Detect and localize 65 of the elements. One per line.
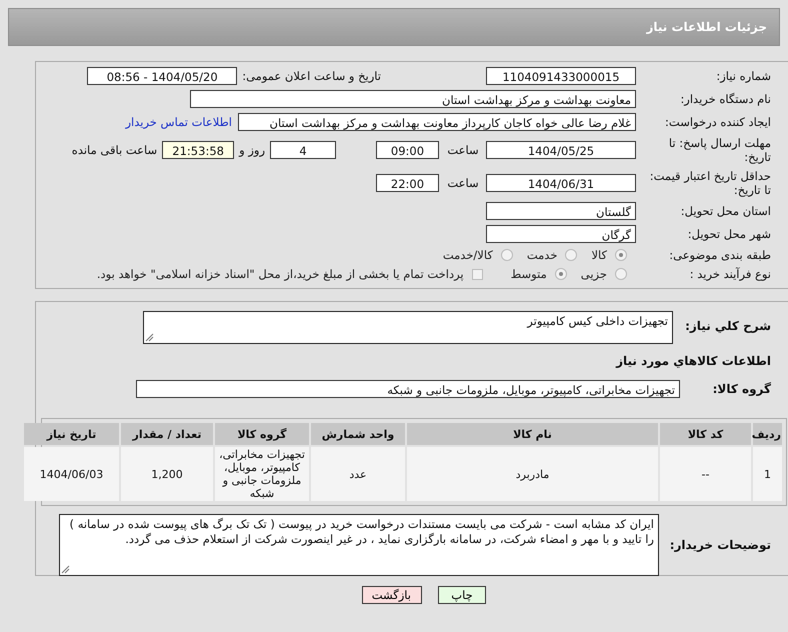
table-cell: 1,200 (121, 447, 213, 501)
time-field: 09:00 (376, 141, 439, 159)
field-label: حداقل تاریخ اعتبار قیمت: تا تاریخ: (648, 169, 772, 197)
creator-field: غلام رضا عالی خواه کاجان کارپرداز معاونت بهداشت و مرکز بهداشت استان (238, 113, 636, 131)
time-field: 22:00 (376, 174, 439, 192)
province-field: گلستان (486, 202, 636, 220)
column-header: نام کالا (407, 423, 658, 445)
field-label: روز و (239, 143, 265, 157)
option-label: متوسط (510, 267, 547, 281)
action-button[interactable]: چاپ (438, 586, 486, 604)
field-label: تاریخ و ساعت اعلان عمومی: (242, 69, 381, 83)
field-label: مهلت ارسال پاسخ: تا تاریخ: (668, 136, 772, 164)
field-label: شهر محل تحویل: (686, 227, 772, 241)
field-label: نوع فرآیند خرید : (688, 267, 772, 281)
column-header: تعداد / مقدار (121, 423, 213, 445)
announce-date-field: 1404/05/20 - 08:56 (87, 67, 238, 85)
buyer-org-field: معاونت بهداشت و مرکز بهداشت استان (190, 90, 636, 108)
need-number-field: 1104091433000015 (486, 67, 636, 85)
field-label: شرح کلي نياز: (684, 319, 772, 333)
column-header: کد کالا (660, 423, 751, 445)
date-field: 1404/06/31 (486, 174, 636, 192)
radio-button[interactable] (615, 268, 627, 280)
checkbox[interactable] (472, 268, 483, 280)
buyer-contact-link[interactable]: اطلاعات تماس خریدار (125, 115, 232, 129)
table-cell: 1404/06/03 (24, 447, 119, 501)
field-label: شماره نیاز: (715, 69, 772, 83)
table-cell: 1 (753, 447, 782, 501)
resize-grip-icon[interactable] (145, 333, 154, 342)
column-header: تاریخ نیاز (24, 423, 119, 445)
date-field: 1404/05/25 (486, 141, 636, 159)
field-label: توضیحات خریدار: (668, 538, 772, 552)
field-label: گروه کالا: (712, 382, 772, 396)
table-cell: -- (660, 447, 751, 501)
column-header: ردیف (753, 423, 782, 445)
days-field: 4 (270, 141, 336, 159)
radio-button[interactable] (615, 249, 627, 261)
field-label: ساعت باقی مانده (72, 143, 158, 157)
field-label: ایجاد کننده درخواست: (664, 115, 772, 129)
option-label: کالا/خدمت (442, 248, 493, 262)
option-label: جزیی (580, 267, 607, 281)
resize-grip-icon[interactable] (61, 565, 70, 574)
table-cell: مادربرد (407, 447, 658, 501)
section-heading: اطلاعات کالاهاي مورد نياز (614, 354, 772, 368)
table-cell: تجهیزات مخابراتی، کامپیوتر، موبایل، ملزومات جانبی و شبکه (215, 447, 309, 501)
page-title: جزئیات اطلاعات نیاز (646, 20, 767, 34)
column-header: گروه کالا (215, 423, 309, 445)
field-label: ساعت (446, 143, 480, 157)
column-header: واحد شمارش (311, 423, 405, 445)
radio-button[interactable] (554, 268, 567, 280)
table-cell: عدد (311, 447, 405, 501)
option-label: پرداخت تمام یا بخشی از مبلغ خرید،از محل "اسناد خزانه اسلامی" خواهد بود. (96, 267, 464, 281)
city-field: گرگان (486, 225, 636, 243)
goods-group-field: تجهیزات مخابراتی، کامپیوتر، موبایل، ملزومات جانبی و شبکه (136, 380, 680, 398)
description-textarea[interactable]: تجهیزات داخلی کیس کامپیوتر (143, 311, 673, 344)
field-label: نام دستگاه خریدار: (679, 92, 772, 106)
option-label: خدمت (526, 248, 558, 262)
field-label: استان محل تحویل: (680, 204, 772, 218)
action-button[interactable]: بازگشت (362, 586, 422, 604)
field-label: طبقه بندی موضوعی: (668, 248, 772, 262)
option-label: کالا (591, 248, 607, 262)
field-label: ساعت (446, 176, 480, 190)
radio-button[interactable] (500, 249, 513, 261)
buyer-notes-textarea[interactable]: ایران کد مشابه است - شرکت می بایست مستندات درخواست خرید در پیوست ( تک تک برگ های پیوست شده در سامانه ) را تایید و با مهر و امضاء شرکت، در سامانه بارگزاری نماید ، در غیر اینصورت شرکت از استعلام حذف می گردد. (59, 514, 659, 576)
remaining-time-field: 21:53:58 (162, 141, 234, 159)
radio-button[interactable] (565, 249, 578, 261)
